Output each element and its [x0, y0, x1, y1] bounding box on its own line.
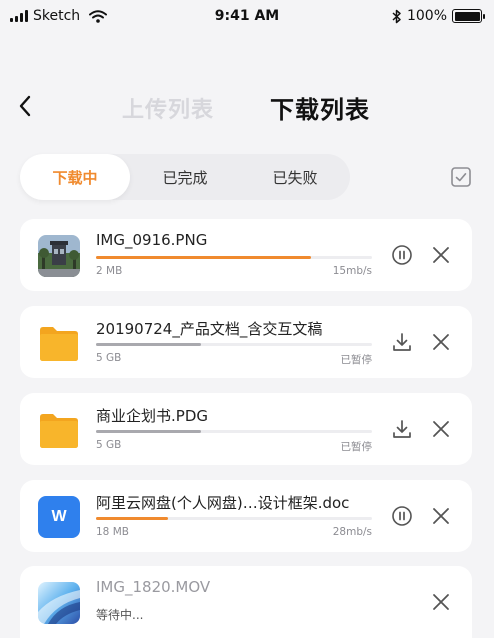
header: 上传列表 下载列表	[0, 86, 494, 126]
word-letter: W	[51, 508, 67, 525]
close-icon	[433, 508, 449, 524]
close-icon	[433, 247, 449, 263]
list-item[interactable]: W 阿里云网盘(个人网盘)…设计框架.doc 18 MB 28mb/s	[20, 480, 472, 552]
status-segment: 下载中 已完成 已失败	[20, 154, 350, 200]
folder-icon	[38, 409, 80, 451]
list-item[interactable]: 20190724_产品文档_含交互文稿 5 GB 已暂停	[20, 306, 472, 378]
progress-fill	[96, 256, 312, 259]
download-icon	[393, 333, 411, 351]
segment-failed[interactable]: 已失败	[240, 154, 350, 200]
cancel-button[interactable]	[429, 330, 453, 354]
status-right: 100%	[392, 8, 485, 24]
file-name: IMG_1820.MOV	[96, 578, 211, 596]
status-bar: Sketch 9:41 AM 100%	[0, 0, 494, 32]
close-icon	[433, 421, 449, 437]
file-name: 商业企划书.PDG	[96, 407, 208, 425]
download-speed: 28mb/s	[332, 526, 372, 538]
file-size: 5 GB	[96, 439, 122, 451]
close-icon	[433, 594, 449, 610]
pause-icon	[392, 245, 412, 265]
download-icon	[393, 420, 411, 438]
progress-fill	[96, 343, 201, 346]
segment-completed[interactable]: 已完成	[130, 154, 240, 200]
download-status: 已暂停	[340, 441, 373, 453]
list-item[interactable]: 商业企划书.PDG 5 GB 已暂停	[20, 393, 472, 465]
battery-icon	[452, 9, 485, 23]
pause-button[interactable]	[390, 504, 414, 528]
file-size: 2 MB	[96, 265, 123, 277]
bluetooth-icon	[392, 9, 401, 23]
pause-button[interactable]	[390, 243, 414, 267]
pause-icon	[392, 506, 412, 526]
close-icon	[433, 334, 449, 350]
waiting-status: 等待中...	[96, 608, 144, 622]
file-name: IMG_0916.PNG	[96, 231, 208, 249]
download-speed: 15mb/s	[332, 265, 372, 277]
download-status: 已暂停	[340, 354, 373, 366]
file-name: 20190724_产品文档_含交互文稿	[96, 320, 323, 338]
segment-downloading[interactable]: 下载中	[20, 154, 130, 200]
battery-percent: 100%	[406, 8, 447, 24]
progress-bar	[96, 430, 372, 433]
photo-icon	[38, 235, 80, 277]
file-name: 阿里云网盘(个人网盘)…设计框架.doc	[96, 494, 350, 512]
cancel-button[interactable]	[429, 243, 453, 267]
progress-bar	[96, 343, 372, 346]
file-size: 18 MB	[96, 526, 129, 538]
progress-fill	[96, 430, 201, 433]
select-all-checkbox-icon[interactable]	[450, 166, 472, 188]
cancel-button[interactable]	[429, 417, 453, 441]
resume-download-button[interactable]	[390, 330, 414, 354]
progress-bar	[96, 256, 372, 259]
resume-download-button[interactable]	[390, 417, 414, 441]
video-icon	[38, 582, 80, 624]
progress-bar	[96, 517, 372, 520]
word-doc-icon: W	[38, 496, 80, 538]
back-icon[interactable]	[18, 92, 40, 120]
tab-upload-list[interactable]: 上传列表	[122, 92, 214, 124]
tab-download-list[interactable]: 下载列表	[270, 90, 370, 125]
folder-icon	[38, 322, 80, 364]
progress-fill	[96, 517, 168, 520]
cancel-button[interactable]	[429, 590, 453, 614]
file-size: 5 GB	[96, 352, 122, 364]
list-item[interactable]: IMG_1820.MOV 等待中...	[20, 566, 472, 638]
cancel-button[interactable]	[429, 504, 453, 528]
list-item[interactable]: IMG_0916.PNG 2 MB 15mb/s	[20, 219, 472, 291]
